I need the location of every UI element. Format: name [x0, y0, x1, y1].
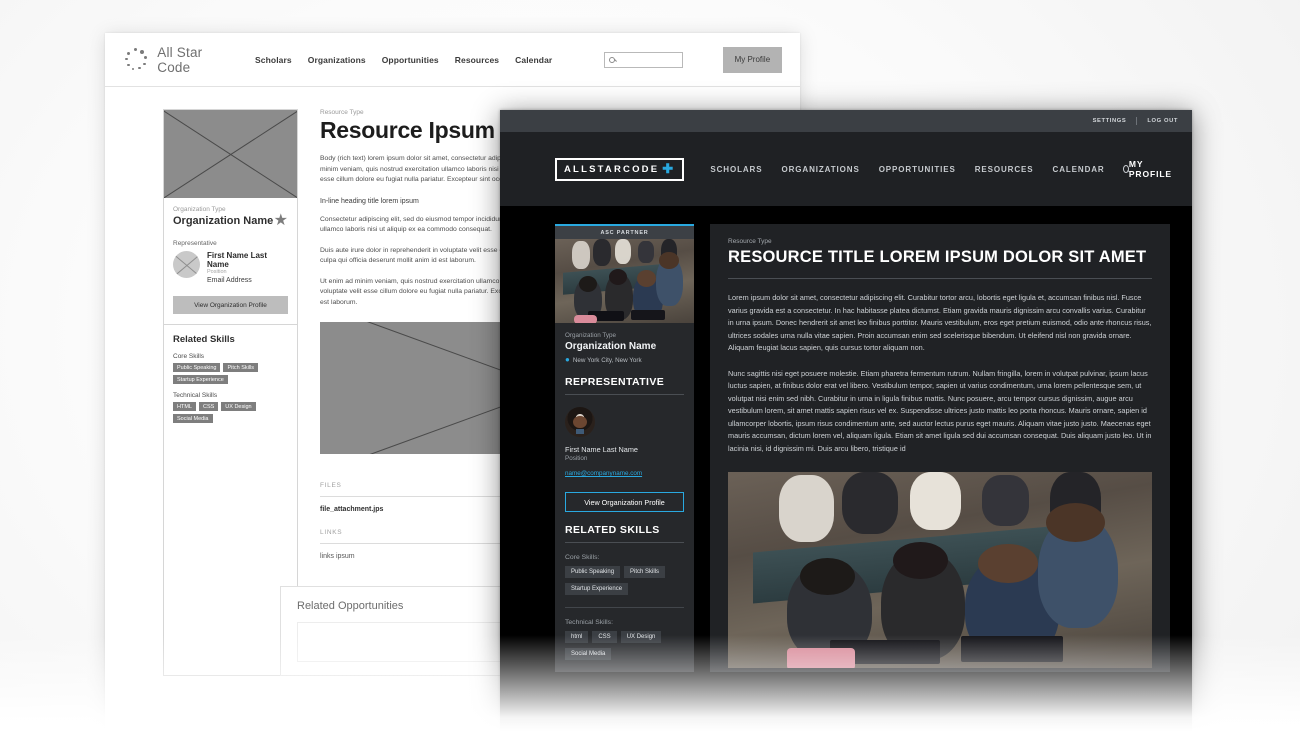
dark-utility-bar: SETTINGS LOG OUT [500, 110, 1192, 132]
dark-navbar: ALLSTARCODE ✚ SCHOLARS ORGANIZATIONS OPP… [500, 132, 1192, 206]
dark-nav-resources[interactable]: RESOURCES [975, 165, 1034, 174]
dark-view-org-profile-button[interactable]: View Organization Profile [565, 492, 684, 512]
map-pin-icon: ● [565, 355, 570, 364]
dark-nav-organizations[interactable]: ORGANIZATIONS [781, 165, 859, 174]
wireframe-navbar: All Star Code Scholars Organizations Opp… [105, 33, 800, 87]
dark-org-name: Organization Name [565, 341, 657, 352]
opportunity-card[interactable] [297, 622, 525, 663]
skill-tag[interactable]: UX Design [221, 402, 256, 411]
dark-nav-calendar[interactable]: CALENDAR [1053, 165, 1105, 174]
dark-skills-heading: RELATED SKILLS [565, 524, 660, 536]
divider [728, 278, 1152, 279]
wireframe-technical-skills-label: Technical Skills [173, 392, 218, 399]
skill-tag[interactable]: Startup Experience [565, 583, 629, 595]
dark-technical-skill-tags: html CSS UX Design [565, 631, 684, 643]
wireframe-skills-heading: Related Skills [173, 334, 235, 345]
skill-tag[interactable]: HTML [173, 402, 196, 411]
search-icon [609, 56, 616, 63]
dark-nav-links: SCHOLARS ORGANIZATIONS OPPORTUNITIES RES… [710, 165, 1104, 174]
wireframe-rep-position: Position [207, 269, 227, 275]
page-title: RESOURCE TITLE LOREM IPSUM DOLOR SIT AME… [728, 248, 1147, 266]
wireframe-nav-opportunities[interactable]: Opportunities [382, 55, 439, 65]
dark-main-content: Resource Type RESOURCE TITLE LOREM IPSUM… [710, 224, 1170, 672]
divider [565, 394, 684, 395]
page-background: All Star Code Scholars Organizations Opp… [0, 0, 1300, 731]
skill-tag[interactable]: Pitch Skills [223, 363, 259, 372]
organization-photo [555, 239, 694, 323]
wireframe-nav-organizations[interactable]: Organizations [308, 55, 366, 65]
status-badge: ASC PARTNER [555, 226, 694, 239]
divider [565, 542, 684, 543]
avatar [173, 251, 200, 278]
wireframe-org-type: Organization Type [173, 206, 226, 213]
dark-nav-scholars[interactable]: SCHOLARS [710, 165, 762, 174]
wireframe-core-skills-label: Core Skills [173, 353, 205, 360]
dark-location-text: New York City, New York [572, 356, 642, 364]
wireframe-technical-skill-tags: HTML CSS UX Design [173, 402, 288, 411]
dark-org-type: Organization Type [565, 332, 616, 339]
dot-circle-logo-icon [123, 47, 148, 73]
dark-org-location: ● New York City, New York [565, 356, 684, 364]
dark-sidebar-card: ASC PARTNER Organization Type Organizati… [555, 224, 694, 672]
wireframe-rep-name: First Name Last Name [207, 251, 268, 269]
dark-resource-type: Resource Type [728, 238, 772, 245]
skill-tag[interactable]: UX Design [620, 631, 662, 643]
dark-logo[interactable]: ALLSTARCODE ✚ [555, 157, 685, 181]
resource-photo [728, 471, 1152, 668]
dark-core-skill-tags: Public Speaking Pitch Skills [565, 566, 684, 578]
divider [1136, 117, 1138, 125]
wireframe-sidebar-card: Organization Type Organization Name ★ Re… [163, 109, 298, 677]
skill-tag[interactable]: CSS [592, 631, 617, 643]
wireframe-view-org-profile-button[interactable]: View Organization Profile [173, 296, 288, 314]
dark-technical-skills-label: Technical Skills: [565, 619, 613, 626]
dark-my-profile-link[interactable]: MY PROFILE [1129, 159, 1172, 179]
wireframe-org-name: Organization Name [173, 215, 274, 227]
skill-tag[interactable]: html [565, 631, 589, 643]
skill-tag[interactable]: Pitch Skills [624, 566, 666, 578]
logout-link[interactable]: LOG OUT [1147, 118, 1178, 124]
dark-core-skills-label: Core Skills: [565, 554, 600, 561]
star-icon[interactable]: ★ [274, 213, 288, 229]
wireframe-logo-text: All Star Code [157, 44, 203, 75]
wireframe-nav-scholars[interactable]: Scholars [255, 55, 292, 65]
wireframe-core-skill-tags: Public Speaking Pitch Skills [173, 363, 288, 372]
wireframe-my-profile-button[interactable]: My Profile [722, 46, 782, 73]
search-icon[interactable] [1122, 165, 1129, 173]
skill-tag[interactable]: CSS [198, 402, 219, 411]
skill-tag[interactable]: Social Media [565, 648, 612, 660]
dark-mockup: SETTINGS LOG OUT ALLSTARCODE ✚ SCHOLARS … [500, 110, 1192, 731]
dark-logo-text: ALLSTARCODE [564, 163, 660, 175]
students-workshop-photo [728, 471, 1152, 668]
dark-paragraph: Nunc sagittis nisi eget posuere molestie… [728, 368, 1152, 454]
wireframe-nav-calendar[interactable]: Calendar [515, 55, 552, 65]
skill-tag[interactable]: Startup Experience [173, 375, 228, 384]
wireframe-related-skills: Related Skills Core Skills Public Speaki… [164, 324, 297, 435]
dark-rep-name: First Name Last Name [565, 445, 638, 454]
wireframe-representative-label: Representative [173, 240, 217, 247]
wireframe-nav-links: Scholars Organizations Opportunities Res… [255, 55, 552, 65]
wireframe-nav-resources[interactable]: Resources [455, 55, 499, 65]
avatar [565, 407, 595, 437]
dark-content: ASC PARTNER Organization Type Organizati… [500, 206, 1192, 672]
settings-link[interactable]: SETTINGS [1093, 118, 1127, 124]
wireframe-representative: First Name Last Name Position Email Addr… [173, 251, 288, 284]
skill-tag[interactable]: Public Speaking [565, 566, 621, 578]
wireframe-logo[interactable]: All Star Code [123, 45, 237, 75]
divider [565, 607, 684, 608]
image-placeholder [164, 110, 297, 198]
students-collaborating-photo [555, 239, 694, 323]
dark-representative-heading: REPRESENTATIVE [565, 376, 665, 388]
dark-paragraph: Lorem ipsum dolor sit amet, consectetur … [728, 293, 1152, 353]
dark-rep-position: Position [565, 455, 588, 462]
wireframe-rep-email[interactable]: Email Address [207, 277, 288, 284]
wireframe-search-input[interactable] [604, 51, 683, 68]
dark-rep-email[interactable]: name@companyname.com [565, 470, 642, 477]
skill-tag[interactable]: Social Media [173, 414, 213, 423]
dark-nav-opportunities[interactable]: OPPORTUNITIES [879, 165, 956, 174]
plus-icon: ✚ [662, 160, 676, 176]
skill-tag[interactable]: Public Speaking [173, 363, 221, 372]
